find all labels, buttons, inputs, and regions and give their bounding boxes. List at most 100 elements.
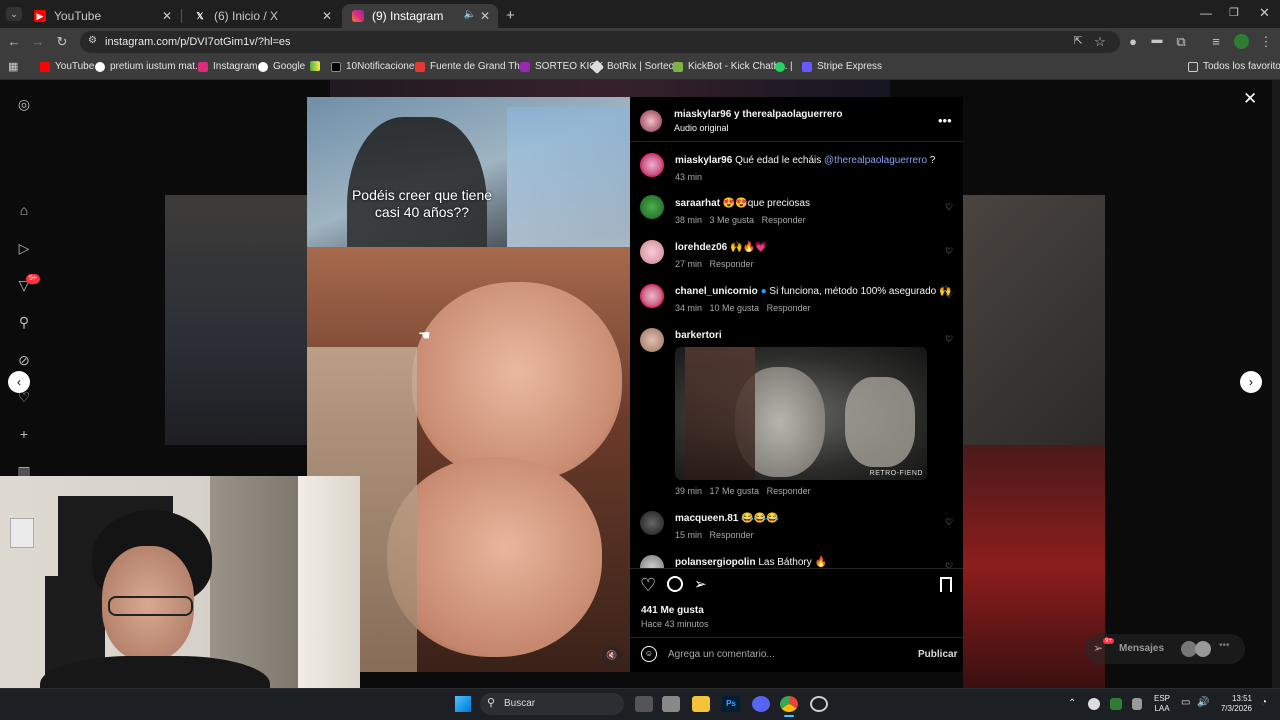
- comment-avatar[interactable]: [640, 195, 664, 219]
- volume-icon[interactable]: 🔊: [1197, 697, 1209, 708]
- tab-x[interactable]: 𝕏 (6) Inicio / X ✕: [184, 4, 340, 28]
- post-author-avatar[interactable]: [640, 110, 662, 132]
- comment-gif[interactable]: RETRO-FIEND: [675, 347, 927, 480]
- file-explorer-icon[interactable]: [692, 696, 710, 712]
- comment-avatar[interactable]: [640, 240, 664, 264]
- extensions-puzzle-icon[interactable]: ⧉: [1173, 34, 1189, 50]
- search-icon[interactable]: ⚲: [16, 314, 32, 330]
- apps-grid-icon[interactable]: ▦: [8, 60, 18, 73]
- comment-input[interactable]: Agrega un comentario...: [668, 649, 775, 660]
- like-comment-icon[interactable]: ♡: [945, 334, 953, 345]
- extension-icon-1[interactable]: ●: [1125, 34, 1141, 49]
- caption-avatar[interactable]: [640, 153, 664, 177]
- tray-icon-2[interactable]: [1110, 698, 1122, 710]
- tab-youtube[interactable]: ▶ YouTube ✕: [24, 4, 180, 28]
- bookmark-botrix[interactable]: BotRix | Sorteos: [589, 59, 679, 74]
- save-post-icon[interactable]: [940, 577, 952, 592]
- explore-icon[interactable]: ⊘: [16, 352, 32, 368]
- media-control-icon[interactable]: ≡: [1208, 34, 1224, 49]
- network-icon[interactable]: ▭: [1181, 697, 1190, 708]
- previous-post-button[interactable]: ‹: [8, 371, 30, 393]
- more-options-icon[interactable]: •••: [938, 113, 952, 128]
- comment-username[interactable]: barkertori: [675, 330, 722, 341]
- tab-instagram[interactable]: (9) Instagram 🔈 ✕: [342, 4, 498, 28]
- like-comment-icon[interactable]: ♡: [945, 202, 953, 213]
- clock[interactable]: 13:51 7/3/2026: [1214, 694, 1252, 714]
- bookmark-10notificaciones[interactable]: 10Notificaciones: [331, 61, 419, 72]
- audio-playing-icon[interactable]: 🔈: [464, 9, 476, 20]
- instagram-logo-icon[interactable]: ◎: [16, 96, 32, 112]
- extension-icon-2[interactable]: ▬: [1149, 34, 1165, 46]
- comment-avatar[interactable]: [640, 284, 664, 308]
- messages-button[interactable]: ➢ 9+ Mensajes •••: [1085, 634, 1245, 664]
- url-text[interactable]: instagram.com/p/DVI7otGim1v/?hl=es: [105, 36, 291, 48]
- tray-icon-3[interactable]: [1132, 698, 1142, 710]
- like-comment-icon[interactable]: ♡: [945, 561, 953, 568]
- share-icon[interactable]: ➢: [694, 575, 707, 593]
- like-comment-icon[interactable]: ♡: [945, 246, 953, 257]
- bookmark-star-icon[interactable]: ☆: [1092, 34, 1108, 50]
- like-post-icon[interactable]: ♡: [640, 575, 656, 596]
- like-comment-icon[interactable]: ♡: [945, 517, 953, 528]
- bookmark-all[interactable]: Todos los favoritos: [1188, 61, 1280, 72]
- bookmark-whatsapp[interactable]: |: [775, 61, 793, 72]
- install-app-icon[interactable]: ⇱: [1070, 34, 1086, 47]
- close-tab-icon[interactable]: ✕: [322, 9, 332, 23]
- bookmark-youtube[interactable]: YouTube: [40, 61, 94, 72]
- like-comment-icon[interactable]: ♡: [945, 290, 953, 301]
- close-tab-icon[interactable]: ✕: [480, 9, 490, 23]
- home-icon[interactable]: ⌂: [16, 202, 32, 218]
- reels-icon[interactable]: ▷: [16, 240, 32, 256]
- back-icon[interactable]: ←: [6, 34, 22, 49]
- youtube-icon: ▶: [34, 10, 46, 22]
- mute-icon[interactable]: 🔇: [603, 646, 621, 664]
- bookmark-grand-theft[interactable]: Fuente de Grand Th...: [415, 61, 528, 72]
- caption-mention[interactable]: @therealpaolaguerrero: [824, 155, 927, 166]
- bookmark-google[interactable]: Google: [258, 61, 305, 72]
- notification-center-icon[interactable]: ◔: [1261, 697, 1267, 708]
- discord-icon[interactable]: [752, 696, 770, 712]
- start-button-icon[interactable]: [455, 696, 471, 712]
- restore-button[interactable]: ❐: [1229, 6, 1239, 19]
- taskbar-search[interactable]: ⚲ Buscar: [480, 693, 624, 715]
- language-indicator[interactable]: ESP LAA: [1154, 694, 1170, 714]
- post-authors[interactable]: miaskylar96 y therealpaolaguerrero: [674, 109, 842, 120]
- task-view-icon[interactable]: [635, 696, 653, 712]
- comment-avatar[interactable]: [640, 328, 664, 352]
- tray-icon-1[interactable]: [1088, 698, 1100, 710]
- app-icon[interactable]: [662, 696, 680, 712]
- instagram-icon: [352, 10, 364, 22]
- comment-icon[interactable]: [667, 576, 683, 592]
- reload-icon[interactable]: ↻: [54, 34, 70, 50]
- app-icon-red[interactable]: [810, 696, 828, 712]
- minimize-button[interactable]: —: [1200, 6, 1212, 20]
- post-audio[interactable]: Audio original: [674, 123, 729, 133]
- chrome-icon[interactable]: [780, 696, 798, 712]
- publish-button[interactable]: Publicar: [918, 649, 957, 660]
- page-scrollbar[interactable]: [1272, 80, 1280, 688]
- photoshop-icon[interactable]: Ps: [722, 696, 740, 712]
- bookmark-pretium[interactable]: pretium iustum mat...: [95, 61, 203, 72]
- like-count[interactable]: 441 Me gusta: [641, 605, 704, 616]
- tab-search-icon[interactable]: ⌄: [6, 7, 22, 21]
- bookmark-unnamed[interactable]: [310, 61, 325, 71]
- site-info-icon[interactable]: ⚙: [88, 35, 97, 46]
- messages-icon: ➢: [1093, 641, 1104, 655]
- emoji-icon[interactable]: ☺: [641, 646, 657, 662]
- tray-overflow-icon[interactable]: ⌃: [1068, 698, 1076, 709]
- close-tab-icon[interactable]: ✕: [162, 9, 172, 23]
- bookmark-stripe[interactable]: Stripe Express: [802, 61, 882, 72]
- bookmark-kickbot[interactable]: KickBot - Kick Chatb...: [673, 61, 787, 72]
- close-window-button[interactable]: ✕: [1259, 5, 1270, 21]
- forward-icon[interactable]: →: [30, 34, 46, 49]
- menu-kebab-icon[interactable]: ⋮: [1258, 34, 1274, 50]
- create-icon[interactable]: +: [16, 426, 32, 442]
- comment-avatar[interactable]: [640, 511, 664, 535]
- next-post-button[interactable]: ›: [1240, 371, 1262, 393]
- new-tab-button[interactable]: +: [506, 7, 515, 24]
- close-modal-icon[interactable]: ✕: [1243, 89, 1257, 109]
- comment-avatar[interactable]: [640, 555, 664, 568]
- bookmark-instagram[interactable]: Instagram: [198, 61, 257, 72]
- profile-avatar[interactable]: [1234, 34, 1249, 49]
- caption-username[interactable]: miaskylar96: [675, 155, 732, 166]
